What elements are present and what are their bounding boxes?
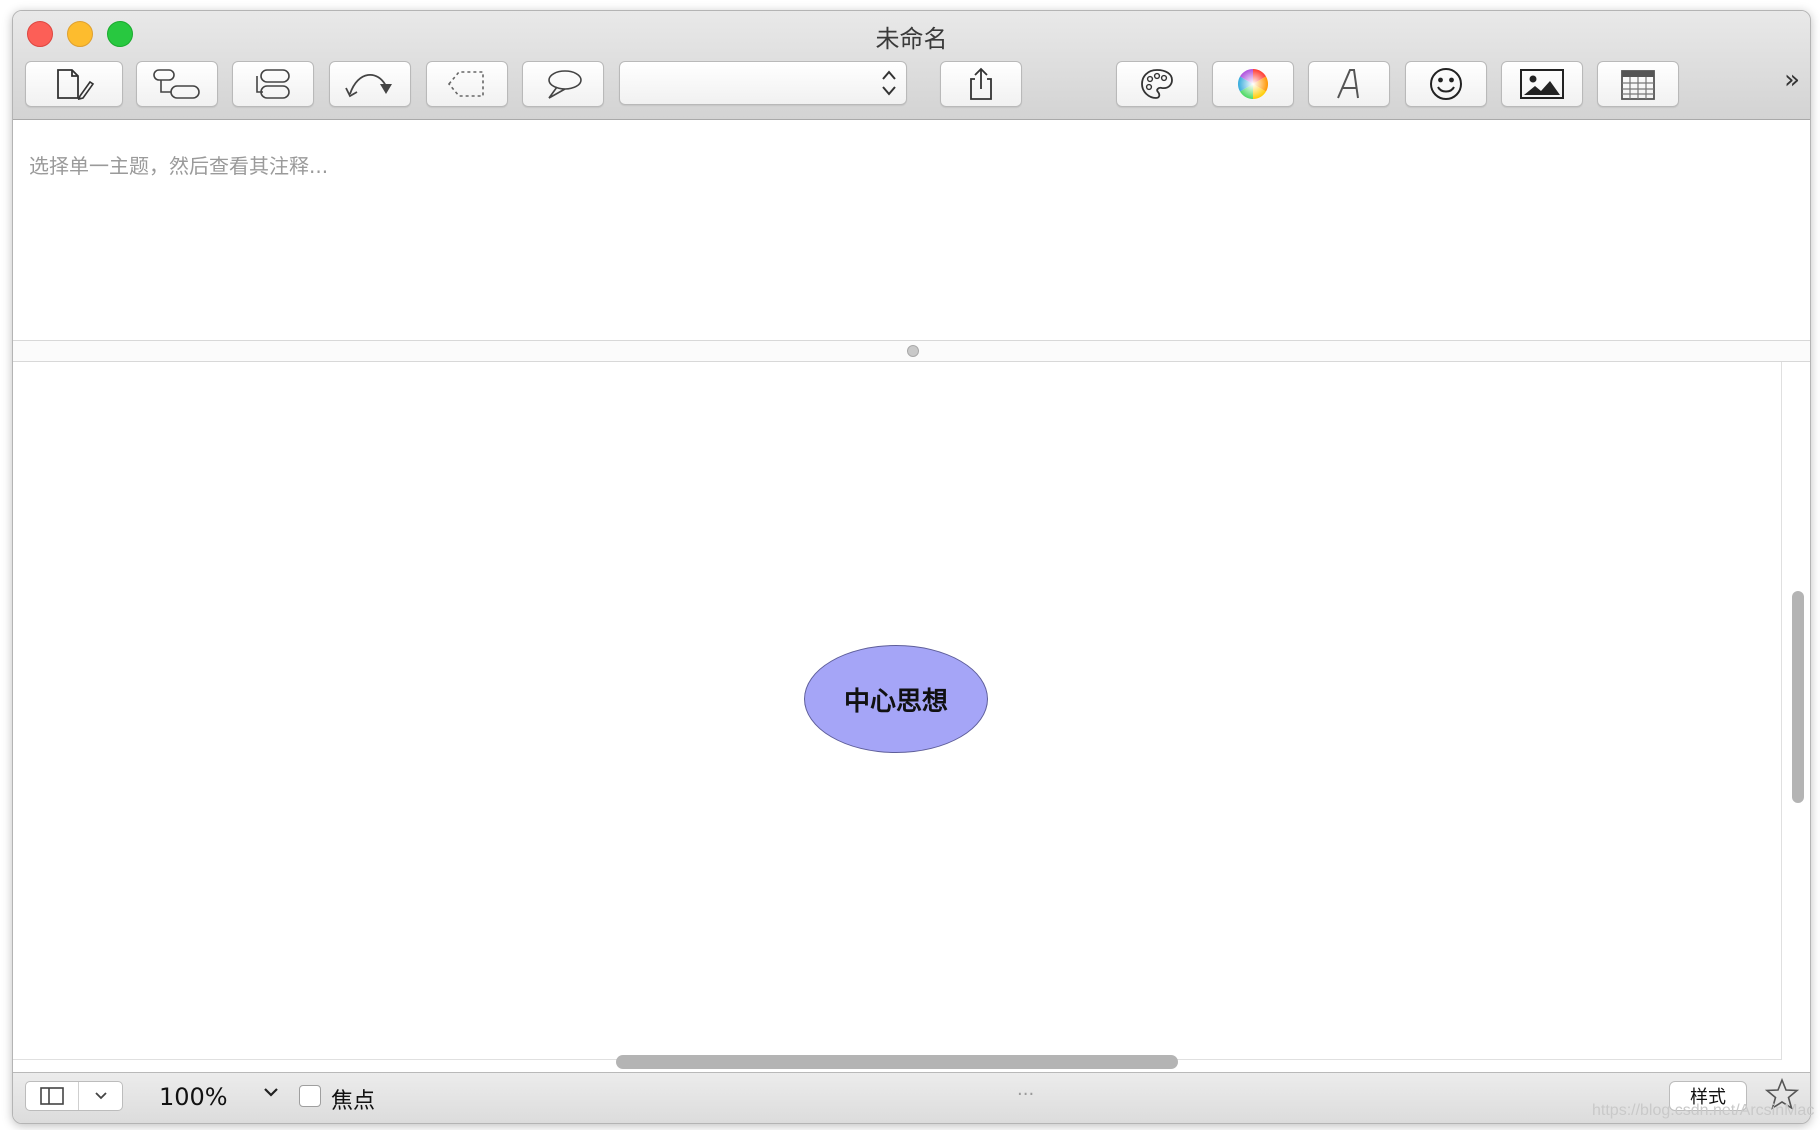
up-down-chevron-icon xyxy=(882,70,896,96)
sidebar-options-dropdown[interactable] xyxy=(79,1082,122,1110)
sibling-topic-icon xyxy=(256,69,290,99)
calendar-icon xyxy=(1621,70,1655,100)
window-title: 未命名 xyxy=(875,25,948,53)
notes-panel[interactable]: 选择单一主题，然后查看其注释... xyxy=(13,120,1810,340)
status-center-dots: ... xyxy=(1017,1079,1035,1100)
font-letter-icon xyxy=(1337,69,1359,99)
zoom-level[interactable]: 100% xyxy=(159,1083,228,1111)
child-topic-icon xyxy=(153,69,200,99)
sidebar-toggle-control[interactable] xyxy=(25,1081,123,1111)
toolbar-overflow-button[interactable]: » xyxy=(1784,65,1800,95)
sibling-topic-button[interactable] xyxy=(232,61,314,107)
child-topic-button[interactable] xyxy=(136,61,218,107)
share-icon xyxy=(970,67,992,100)
notes-placeholder: 选择单一主题，然后查看其注释... xyxy=(29,154,329,178)
callout-icon xyxy=(548,70,582,99)
status-bar: 100% 焦点 ... 样式 xyxy=(13,1072,1810,1123)
vertical-scrollbar[interactable] xyxy=(1792,591,1804,803)
focus-label: 焦点 xyxy=(331,1089,376,1114)
image-button[interactable] xyxy=(1501,61,1583,107)
focus-checkbox[interactable] xyxy=(299,1085,321,1107)
sidebar-toggle-button[interactable] xyxy=(26,1082,79,1110)
palette-icon xyxy=(1141,69,1173,99)
style-palette-button[interactable] xyxy=(1116,61,1198,107)
chevron-down-icon xyxy=(94,1092,107,1100)
central-topic-label: 中心思想 xyxy=(843,686,948,717)
relationship-arrow-icon xyxy=(345,74,392,98)
splitter-handle-icon[interactable] xyxy=(906,345,919,357)
boundary-icon xyxy=(447,71,484,97)
notes-splitter[interactable] xyxy=(13,340,1810,362)
share-button[interactable] xyxy=(940,61,1022,107)
horizontal-scrollbar[interactable] xyxy=(616,1055,1178,1069)
app-window: 未命名 » 选择单一主题，然后查看其注释... 中心思想 100% 焦点 ...… xyxy=(12,10,1811,1124)
picture-icon xyxy=(1520,69,1564,99)
relationship-button[interactable] xyxy=(329,61,411,107)
central-topic[interactable]: 中心思想 xyxy=(804,645,988,753)
color-wheel-icon xyxy=(1237,69,1269,99)
calendar-button[interactable] xyxy=(1597,61,1679,107)
colors-button[interactable] xyxy=(1212,61,1294,107)
zoom-chevron-down-icon[interactable] xyxy=(263,1087,279,1099)
boundary-button[interactable] xyxy=(426,61,508,107)
smiley-icon xyxy=(1430,68,1462,100)
callout-button[interactable] xyxy=(522,61,604,107)
sidebar-icon xyxy=(40,1087,64,1105)
watermark-text: https://blog.csdn.net/ArcsinMac xyxy=(1592,1102,1815,1119)
title-bar: 未命名 » xyxy=(13,11,1810,120)
new-document-button[interactable] xyxy=(25,61,123,107)
theme-selector[interactable] xyxy=(619,61,907,105)
new-document-icon xyxy=(57,69,95,100)
icons-button[interactable] xyxy=(1405,61,1487,107)
fonts-button[interactable] xyxy=(1308,61,1390,107)
